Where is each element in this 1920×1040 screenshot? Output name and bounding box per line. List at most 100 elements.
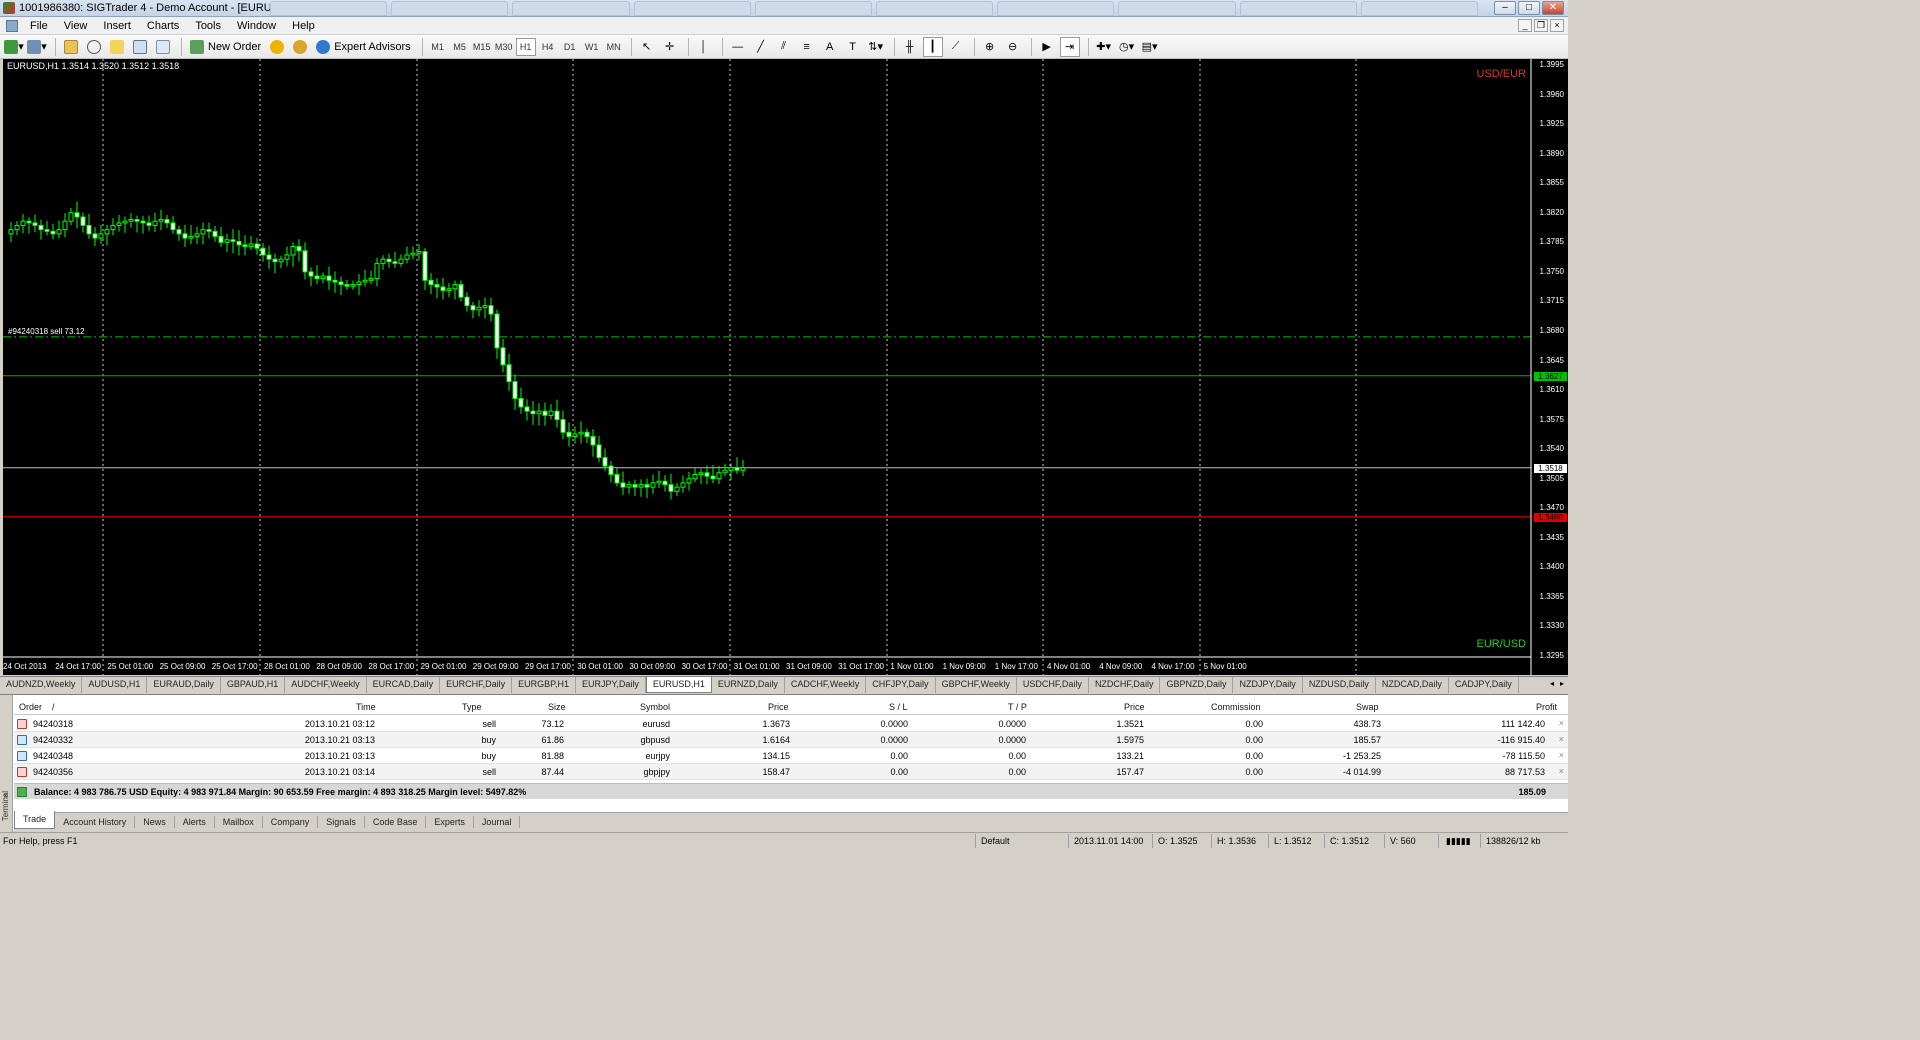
arrows-icon[interactable]: ⇅▾ [866, 37, 886, 57]
chart-tab[interactable]: EURAUD,Daily [147, 677, 221, 693]
fibonacci-icon[interactable]: ≡ [797, 37, 817, 57]
menu-file[interactable]: File [22, 17, 56, 35]
indicators-icon[interactable]: ✚▾ [1094, 37, 1114, 57]
zoom-in-icon[interactable]: ⊕ [980, 37, 1000, 57]
chart-tab[interactable]: NZDJPY,Daily [1233, 677, 1303, 693]
chart-canvas[interactable] [3, 59, 1568, 675]
chart-tab[interactable]: AUDUSD,H1 [82, 677, 148, 693]
terminal-tab[interactable]: Signals [318, 816, 365, 828]
tabs-scroll-left-icon[interactable]: ◂ [1550, 679, 1554, 688]
text-label-icon[interactable]: T [843, 37, 863, 57]
chart-tab[interactable]: EURCAD,Daily [367, 677, 441, 693]
tabs-scroll-right-icon[interactable]: ▸ [1560, 679, 1564, 688]
header-price[interactable]: Price [768, 702, 789, 712]
market-watch-icon[interactable] [61, 37, 81, 57]
timeframe-h4[interactable]: H4 [538, 38, 558, 56]
menu-window[interactable]: Window [229, 17, 284, 35]
mdi-minimize-button[interactable]: _ [1518, 19, 1532, 32]
close-button[interactable]: ✕ [1542, 1, 1564, 15]
maximize-button[interactable]: □ [1518, 1, 1540, 15]
chart-tab[interactable]: USDCHF,Daily [1017, 677, 1089, 693]
candlestick-chart-icon[interactable]: ┃ [922, 36, 943, 57]
text-icon[interactable]: A [820, 37, 840, 57]
header-sl[interactable]: S / L [889, 702, 908, 712]
auto-scroll-icon[interactable]: ▶ [1037, 37, 1057, 57]
terminal-tab[interactable]: Company [263, 816, 319, 828]
line-chart-icon[interactable]: ⟋ [946, 37, 966, 57]
chart-tab[interactable]: GBPNZD,Daily [1160, 677, 1234, 693]
terminal-tab[interactable]: Mailbox [215, 816, 263, 828]
terminal-tab[interactable]: Code Base [365, 816, 427, 828]
terminal-tab[interactable]: Journal [474, 816, 521, 828]
trendline-icon[interactable]: ╱ [751, 37, 771, 57]
expert-advisors-button[interactable]: Expert Advisors [313, 37, 413, 57]
chart-tab[interactable]: EURJPY,Daily [576, 677, 646, 693]
templates-icon[interactable]: ▤▾ [1140, 37, 1160, 57]
chart-tab[interactable]: CADCHF,Weekly [785, 677, 867, 693]
chart-shift-icon[interactable]: ⇥ [1059, 36, 1080, 57]
trade-row[interactable]: 94240318 2013.10.21 03:12 sell 73.12 eurusd 1… [14, 716, 1568, 732]
chart-tab[interactable]: GBPCHF,Weekly [936, 677, 1017, 693]
header-swap[interactable]: Swap [1356, 702, 1379, 712]
minimize-button[interactable]: – [1494, 1, 1516, 15]
chart-window-icon[interactable] [6, 19, 18, 32]
trade-row[interactable]: 94240356 2013.10.21 03:14 sell 87.44 gbpjpy 1… [14, 764, 1568, 780]
chart-tab[interactable]: NZDCAD,Daily [1376, 677, 1449, 693]
trade-row[interactable]: 94240348 2013.10.21 03:13 buy 81.88 eurjpy 13… [14, 748, 1568, 764]
menu-insert[interactable]: Insert [95, 17, 139, 35]
timeframe-m30[interactable]: M30 [494, 38, 514, 56]
vertical-line-icon[interactable]: │ [694, 37, 714, 57]
header-time[interactable]: Time [356, 702, 376, 712]
new-chart-button[interactable]: ▾ [4, 37, 24, 57]
profiles-button[interactable]: ▾ [27, 37, 47, 57]
chart-tab[interactable]: AUDNZD,Weekly [0, 677, 83, 693]
header-order[interactable]: Order [19, 702, 42, 712]
chart-tab[interactable]: EURUSD,H1 [645, 677, 712, 693]
mdi-restore-button[interactable]: ❐ [1534, 19, 1548, 32]
periods-icon[interactable]: ◷▾ [1117, 37, 1137, 57]
chart-tab[interactable]: EURNZD,Daily [712, 677, 785, 693]
terminal-tab[interactable]: Experts [426, 816, 474, 828]
terminal-tab[interactable]: Trade [14, 811, 56, 829]
close-order-icon[interactable]: × [1559, 766, 1564, 776]
chart-tab[interactable]: GBPAUD,H1 [221, 677, 286, 693]
menu-help[interactable]: Help [284, 17, 323, 35]
horizontal-line-icon[interactable]: — [728, 37, 748, 57]
crosshair-icon[interactable]: ✛ [660, 37, 680, 57]
terminal-tab[interactable]: News [135, 816, 175, 828]
header-type[interactable]: Type [462, 702, 482, 712]
navigator-icon[interactable] [107, 37, 127, 57]
close-order-icon[interactable]: × [1559, 718, 1564, 728]
equidistant-channel-icon[interactable]: ⫽ [774, 37, 794, 57]
terminal-tab[interactable]: Alerts [175, 816, 215, 828]
timeframe-m1[interactable]: M1 [428, 38, 448, 56]
signals-icon[interactable] [267, 37, 287, 57]
chart-tab[interactable]: AUDCHF,Weekly [285, 677, 367, 693]
price-chart[interactable]: EURUSD,H1 1.3514 1.3520 1.3512 1.3518 US… [3, 59, 1568, 675]
menu-tools[interactable]: Tools [187, 17, 229, 35]
chart-tab[interactable]: NZDUSD,Daily [1303, 677, 1376, 693]
timeframe-m5[interactable]: M5 [450, 38, 470, 56]
strategy-tester-icon[interactable] [153, 37, 173, 57]
mdi-close-button[interactable]: × [1550, 19, 1564, 32]
menu-view[interactable]: View [56, 17, 96, 35]
cursor-icon[interactable]: ↖ [637, 37, 657, 57]
close-order-icon[interactable]: × [1559, 734, 1564, 744]
timeframe-w1[interactable]: W1 [582, 38, 602, 56]
header-tp[interactable]: T / P [1008, 702, 1027, 712]
close-order-icon[interactable]: × [1559, 750, 1564, 760]
trade-row[interactable]: 94240332 2013.10.21 03:13 buy 61.86 gbpusd 1.… [14, 732, 1568, 748]
chart-tab[interactable]: CHFJPY,Daily [866, 677, 936, 693]
header-size[interactable]: Size [548, 702, 566, 712]
terminal-tab[interactable]: Account History [55, 816, 136, 828]
header-profit[interactable]: Profit [1536, 702, 1557, 712]
chart-tab[interactable]: EURGBP,H1 [512, 677, 576, 693]
terminal-icon[interactable] [130, 37, 150, 57]
metaeditor-icon[interactable] [290, 37, 310, 57]
timeframe-mn[interactable]: MN [604, 38, 624, 56]
data-window-icon[interactable] [84, 37, 104, 57]
timeframe-d1[interactable]: D1 [560, 38, 580, 56]
bar-chart-icon[interactable]: ╫ [900, 37, 920, 57]
header-sort[interactable]: / [52, 702, 55, 712]
timeframe-m15[interactable]: M15 [472, 38, 492, 56]
